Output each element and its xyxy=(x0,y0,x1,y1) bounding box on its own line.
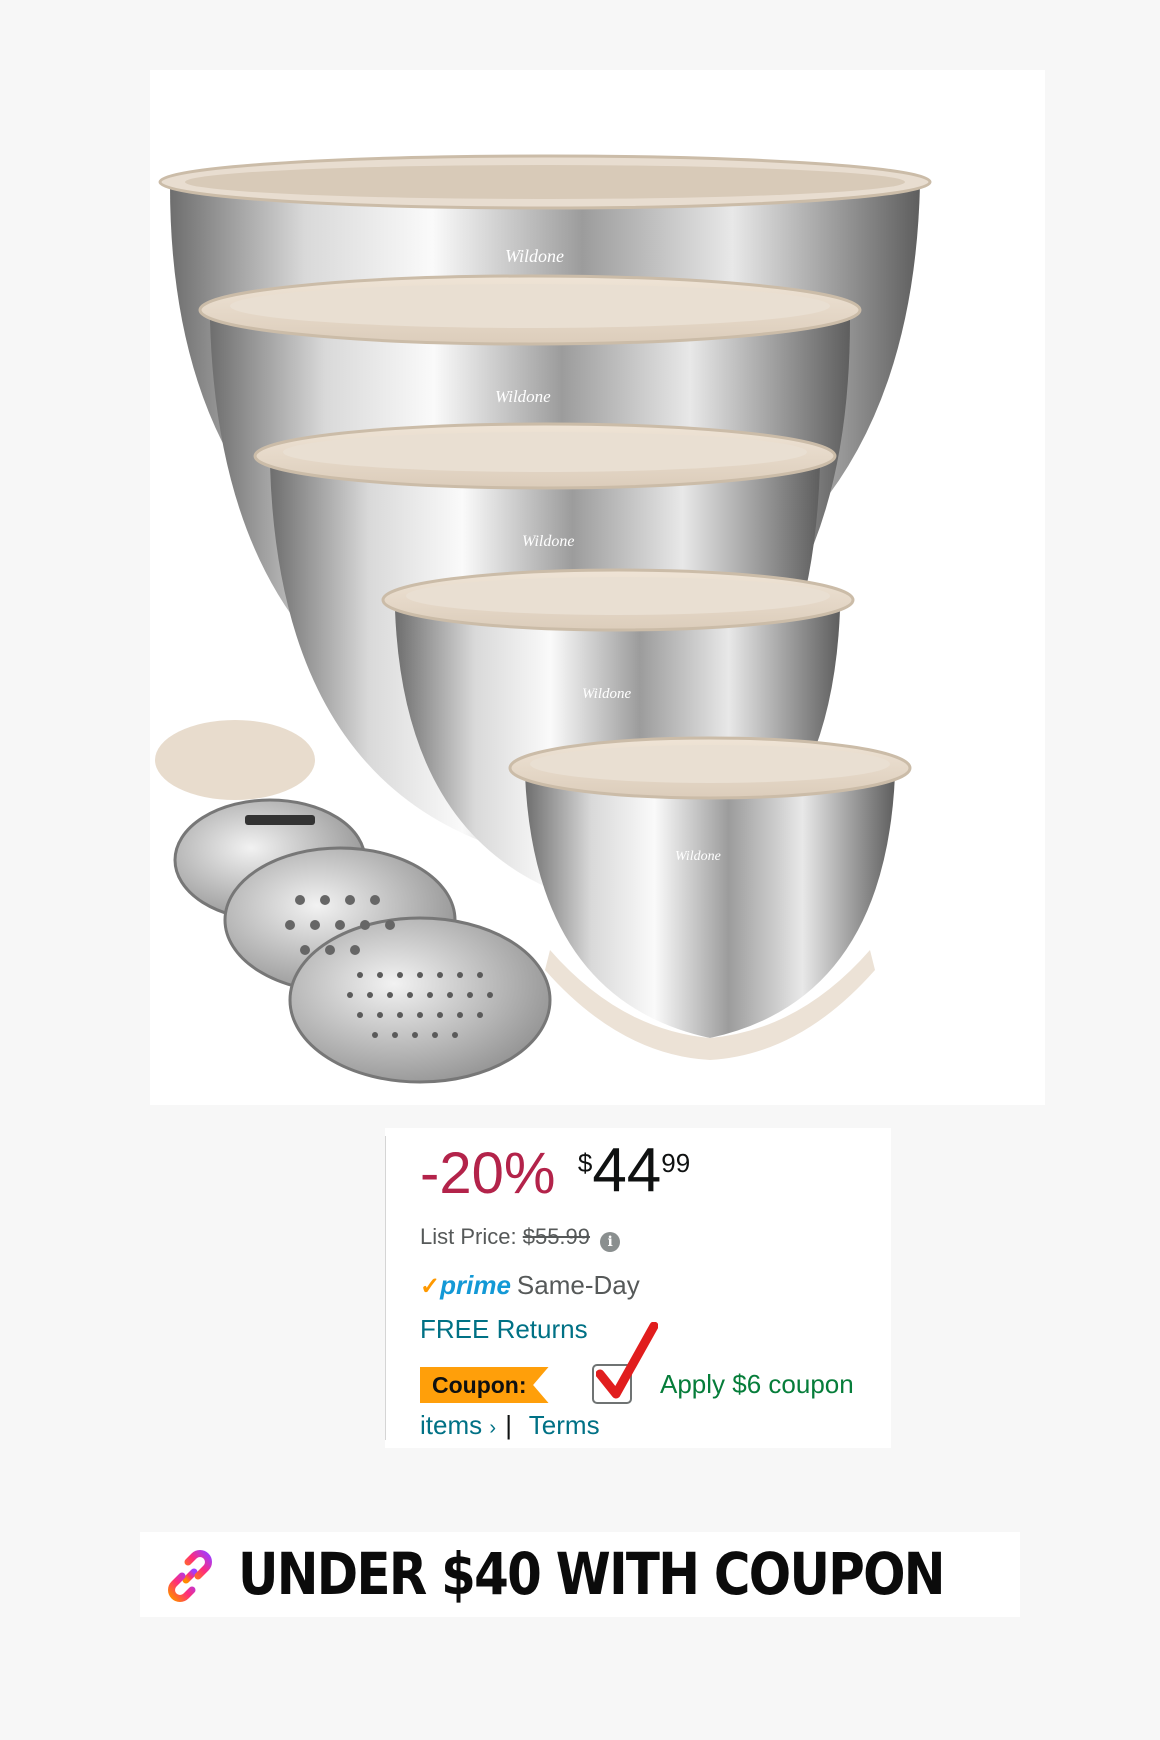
coupon-links-row: items › | Terms xyxy=(420,1410,600,1441)
prime-check-icon: ✓ xyxy=(420,1273,441,1300)
bowl-brand-logo: Wildone xyxy=(505,246,564,266)
items-link[interactable]: items xyxy=(420,1410,482,1440)
link-separator: | xyxy=(505,1410,513,1440)
price-card: -20% $4499 List Price: $55.99 i ✓prime Sa… xyxy=(385,1128,891,1448)
price-fraction: 99 xyxy=(661,1148,691,1178)
prime-logo: prime xyxy=(440,1270,511,1300)
discount-percent: -20% xyxy=(420,1141,556,1206)
chevron-right-icon: › xyxy=(489,1417,497,1439)
svg-text:Wildone: Wildone xyxy=(675,849,721,864)
info-icon[interactable]: i xyxy=(600,1232,621,1252)
list-price-row: List Price: $55.99 i xyxy=(420,1224,621,1252)
coupon-badge: Coupon: xyxy=(420,1367,549,1403)
price-currency: $ xyxy=(577,1148,593,1178)
apply-coupon-label[interactable]: Apply $6 coupon xyxy=(660,1369,854,1400)
list-price-label: List Price: xyxy=(420,1224,517,1249)
mixing-bowls-illustration: Wildone Wildone Wildone Wildone Wildone xyxy=(155,154,932,1084)
svg-text:Wildone: Wildone xyxy=(582,686,632,702)
svg-text:Wildone: Wildone xyxy=(522,533,574,550)
bowl-0-63qt: Wildone xyxy=(508,736,912,1060)
terms-link[interactable]: Terms xyxy=(529,1410,600,1440)
prime-row: ✓prime Same-Day xyxy=(420,1270,640,1301)
svg-text:Wildone: Wildone xyxy=(495,387,551,406)
price-whole: 44 xyxy=(592,1136,662,1205)
product-image: Wildone Wildone Wildone Wildone Wildone xyxy=(150,70,1045,1105)
caption-banner: UNDER $40 WITH COUPON xyxy=(140,1532,1020,1617)
card-divider xyxy=(385,1136,386,1440)
price-row: -20% $4499 xyxy=(420,1140,690,1210)
caption-text: UNDER $40 WITH COUPON xyxy=(238,1540,946,1608)
sale-price: $4499 xyxy=(578,1140,690,1202)
delivery-speed: Same-Day xyxy=(516,1270,640,1300)
red-check-icon xyxy=(596,1322,658,1399)
free-returns-link[interactable]: FREE Returns xyxy=(420,1314,588,1345)
list-price-value: $55.99 xyxy=(522,1224,591,1249)
link-icon[interactable] xyxy=(162,1548,218,1604)
silicone-base-cover xyxy=(155,720,315,800)
coupon-row: Coupon: Apply $6 coupon xyxy=(420,1322,890,1406)
